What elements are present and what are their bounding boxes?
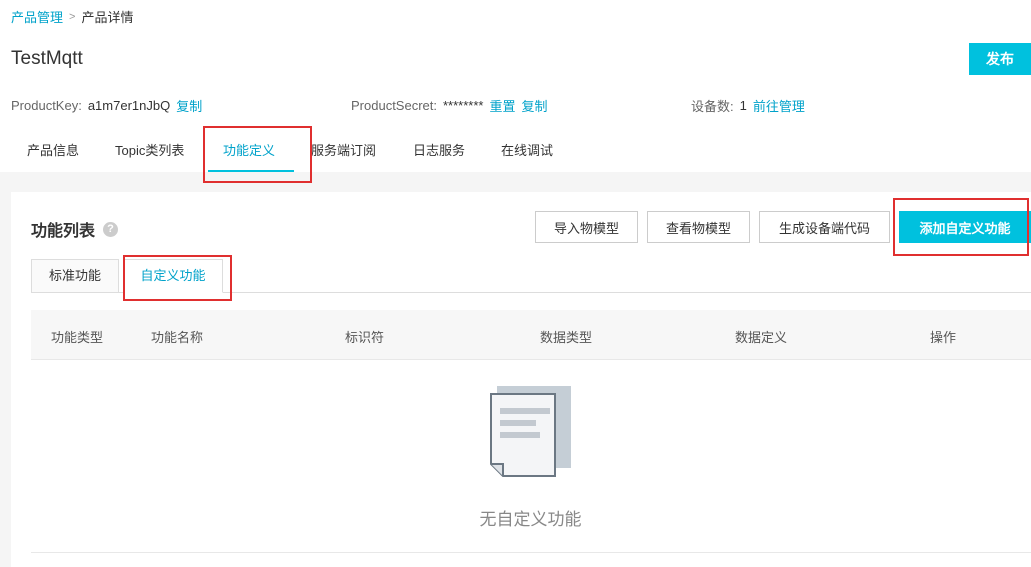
function-list-title: 功能列表 ?	[31, 217, 119, 241]
product-key-label: ProductKey:	[11, 98, 82, 113]
help-icon[interactable]: ?	[103, 221, 119, 237]
tab-topic-list[interactable]: Topic类列表	[115, 130, 184, 172]
column-identifier: 标识符	[345, 330, 385, 345]
column-actions: 操作	[930, 330, 957, 345]
empty-state-text: 无自定义功能	[479, 510, 582, 529]
product-secret-label: ProductSecret:	[351, 98, 437, 113]
column-data-definition: 数据定义	[735, 330, 788, 345]
function-table-header: 功能类型 功能名称 标识符 数据类型 数据定义 操作	[31, 310, 1031, 360]
breadcrumb-product-management[interactable]: 产品管理	[11, 7, 63, 26]
product-key-row: ProductKey: a1m7er1nJbQ 复制	[11, 96, 202, 115]
device-count-row: 设备数: 1 前往管理	[691, 96, 805, 115]
breadcrumb-separator: >	[69, 10, 76, 23]
highlight-box-function-tab	[203, 126, 312, 183]
publish-button[interactable]: 发布	[969, 43, 1031, 75]
view-model-button[interactable]: 查看物模型	[647, 211, 750, 243]
generate-code-button[interactable]: 生成设备端代码	[759, 211, 890, 243]
subtab-standard-function[interactable]: 标准功能	[31, 259, 119, 293]
breadcrumb: 产品管理 > 产品详情	[11, 7, 133, 26]
product-key-value: a1m7er1nJbQ	[87, 98, 171, 113]
copy-product-secret-link[interactable]: 复制	[522, 96, 548, 115]
function-list-title-text: 功能列表	[31, 223, 96, 240]
goto-manage-link[interactable]: 前往管理	[753, 96, 805, 115]
empty-document-icon	[490, 386, 571, 477]
product-secret-row: ProductSecret: ******** 重置 复制	[351, 96, 548, 115]
column-function-name: 功能名称	[151, 330, 204, 345]
column-data-type: 数据类型	[540, 330, 593, 345]
page-title: TestMqtt	[11, 48, 83, 69]
tab-server-subscription[interactable]: 服务端订阅	[311, 130, 376, 172]
import-model-button[interactable]: 导入物模型	[535, 211, 638, 243]
reset-secret-link[interactable]: 重置	[489, 96, 515, 115]
product-secret-value: ********	[443, 98, 484, 113]
highlight-box-custom-subtab	[123, 255, 232, 301]
tab-online-debug[interactable]: 在线调试	[501, 130, 553, 172]
table-bottom-divider	[31, 552, 1031, 553]
device-count-value: 1	[739, 98, 747, 113]
device-count-label: 设备数:	[691, 99, 734, 114]
tab-product-info[interactable]: 产品信息	[27, 130, 79, 172]
column-function-type: 功能类型	[51, 330, 104, 345]
tab-log-service[interactable]: 日志服务	[413, 130, 465, 172]
copy-product-key-link[interactable]: 复制	[176, 96, 202, 115]
highlight-box-add-button	[893, 198, 1029, 256]
product-tabs: 产品信息 Topic类列表 功能定义 服务端订阅 日志服务 在线调试	[0, 130, 1031, 172]
breadcrumb-current: 产品详情	[81, 10, 134, 25]
